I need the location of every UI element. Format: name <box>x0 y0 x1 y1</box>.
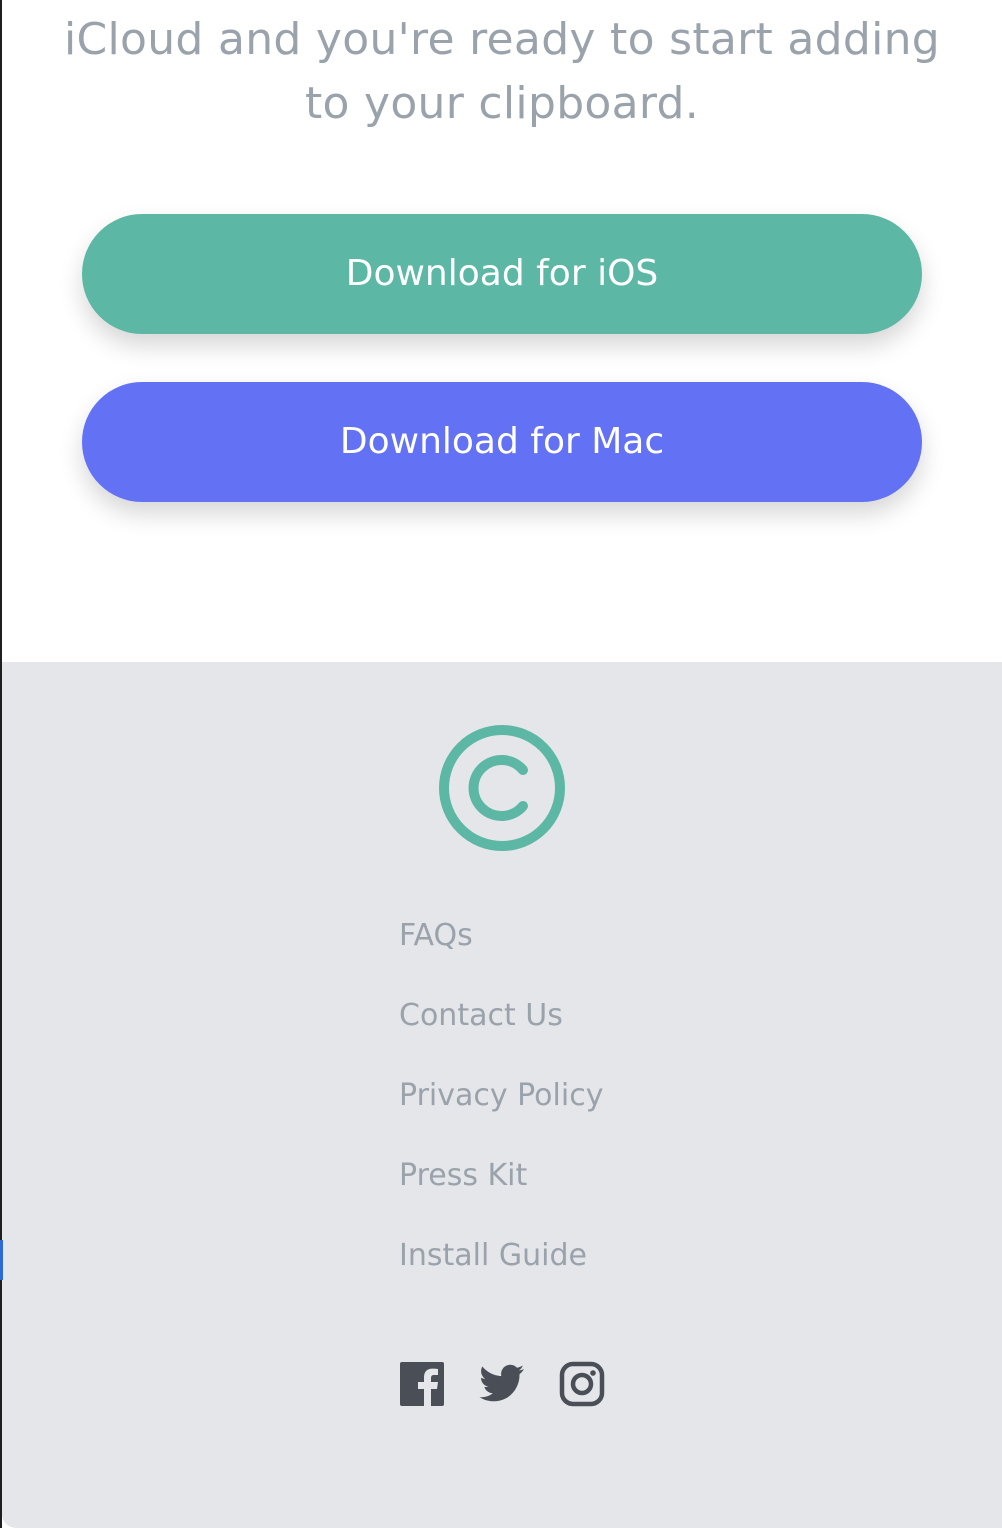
footer-link-install-guide[interactable]: Install Guide <box>399 1236 603 1316</box>
social-links <box>398 1360 606 1408</box>
download-mac-button[interactable]: Download for Mac <box>82 382 922 502</box>
window-edge-accent <box>0 1240 3 1280</box>
footer-links: FAQs Contact Us Privacy Policy Press Kit… <box>399 916 603 1316</box>
twitter-icon[interactable] <box>478 1360 526 1408</box>
footer-link-press-kit[interactable]: Press Kit <box>399 1156 603 1236</box>
copyright-logo-icon[interactable] <box>438 724 566 852</box>
facebook-icon[interactable] <box>398 1360 446 1408</box>
hero-description-line-1: iCloud and you're ready to start adding <box>63 14 941 65</box>
hero-description-line-2: to your clipboard. <box>304 78 700 129</box>
download-section: iCloud and you're ready to start adding … <box>2 0 1002 662</box>
download-ios-button[interactable]: Download for iOS <box>82 214 922 334</box>
footer-link-contact-us[interactable]: Contact Us <box>399 996 603 1076</box>
hero-description: iCloud and you're ready to start adding … <box>2 8 1002 136</box>
window-left-edge <box>0 0 2 1528</box>
footer: FAQs Contact Us Privacy Policy Press Kit… <box>2 662 1002 1528</box>
footer-link-privacy-policy[interactable]: Privacy Policy <box>399 1076 603 1156</box>
footer-link-faqs[interactable]: FAQs <box>399 916 603 996</box>
instagram-icon[interactable] <box>558 1360 606 1408</box>
